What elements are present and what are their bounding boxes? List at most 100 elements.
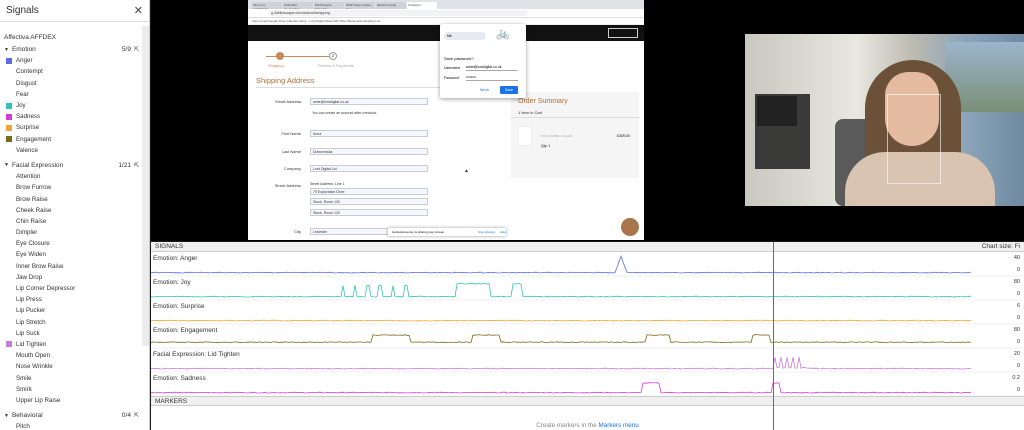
signal-label: Lid Tighten (16, 340, 47, 348)
signal-label: Smirk (16, 385, 32, 393)
track-max-label: 40 (1013, 255, 1020, 261)
signal-item[interactable]: Brow Raise (0, 193, 149, 204)
signal-item[interactable]: Eye Widen (0, 249, 149, 260)
group-name: Facial Expression (11, 161, 64, 169)
signal-item[interactable]: Lip Pucker (0, 305, 149, 316)
signal-item[interactable]: Anger (0, 55, 149, 66)
signal-label: Lip Press (16, 296, 42, 304)
signal-label: Joy (16, 102, 26, 110)
playhead-line[interactable] (773, 242, 774, 430)
screen-recording: Inbox (1) - amirablack... Pofile Bot pp_… (248, 0, 644, 240)
signal-item[interactable]: Fear (0, 89, 149, 100)
signal-item[interactable]: Upper Lip Raise (0, 395, 149, 406)
close-icon[interactable]: ✕ (134, 4, 143, 17)
track-min-label: 0 (1016, 339, 1020, 345)
signal-item[interactable]: Cheek Raise (0, 205, 149, 216)
collapse-icon[interactable]: ▼ (4, 162, 9, 168)
signal-group-behavioral[interactable]: ▼ Behavioral 0/4 ⇱ (0, 410, 149, 421)
signal-item[interactable]: Jaw Drop (0, 272, 149, 283)
popup-title: Save password? (444, 56, 474, 61)
step-1-label: Shipping (268, 63, 284, 68)
signal-item[interactable]: Pitch (0, 421, 149, 430)
track-min-label: 0 (1016, 315, 1020, 321)
signal-item[interactable]: Smirk (0, 384, 149, 395)
signal-series-line (151, 319, 972, 322)
track-label: Emotion: Engagement (153, 327, 218, 334)
signal-item[interactable]: Smile (0, 372, 149, 383)
mouse-cursor-icon: ▲ (464, 168, 469, 174)
signal-item[interactable]: Lip Press (0, 294, 149, 305)
product-qty: Qty: 1 (541, 144, 551, 148)
step-1-dot (276, 52, 284, 60)
color-swatch (6, 136, 12, 143)
username-value: amie@lorddigital.co.uk (466, 65, 518, 71)
export-icon[interactable]: ⇱ (134, 162, 139, 169)
collapse-icon[interactable]: ▼ (4, 47, 9, 53)
sidebar-title: Signals (6, 5, 39, 16)
collapse-icon[interactable]: ▼ (4, 413, 9, 419)
browser-tab: Pofile Bot pp_Genting... (283, 2, 313, 9)
signal-label: Engagement (16, 135, 52, 143)
form-row: Email Address amie@lorddigital.co.uk (256, 98, 516, 106)
save-password-popup: Me 🚲 Save password? Username amie@lorddi… (440, 24, 526, 98)
password-value: •••••••• (466, 75, 518, 81)
signal-item[interactable]: Valence (0, 145, 149, 156)
signal-item[interactable]: Lip Stretch (0, 317, 149, 328)
screen-share-bar: iw.idestiona.com is sharing your screen.… (388, 228, 506, 236)
signal-item[interactable]: Brow Furrow (0, 182, 149, 193)
browser-tab: WAP Video Invites - Goo... (345, 2, 375, 9)
signal-item[interactable]: Attention (0, 171, 149, 182)
signals-sidebar: Signals ✕ Affectiva AFFDEX ▼ Emotion 5/9 ⇱ A… (0, 0, 150, 430)
form-row: Company Lord Digital Ltd (256, 165, 516, 173)
share-message: iw.idestiona.com is sharing your screen. (392, 230, 446, 234)
signal-group-facial-expression[interactable]: ▼ Facial Expression 1/21 ⇱ (0, 160, 149, 171)
shipping-title: Shipping Address (256, 76, 315, 85)
track-label: Emotion: Joy (153, 279, 191, 286)
never-button: Never (480, 88, 490, 92)
signal-label: Cheek Raise (16, 206, 52, 214)
street-field-2: Stock, Room 120 (310, 198, 428, 205)
signal-item[interactable]: Lid Tighten (0, 339, 149, 350)
signal-group-emotion[interactable]: ▼ Emotion 5/9 ⇱ (0, 44, 149, 55)
signal-item[interactable]: Nose Wrinkle (0, 361, 149, 372)
signal-item[interactable]: Contempt (0, 66, 149, 77)
product-price: £339.00 (617, 134, 630, 138)
signal-item[interactable]: Disgust (0, 78, 149, 89)
sidebar-scrollbar[interactable] (142, 26, 149, 346)
browser-tab: iMotions study (376, 2, 406, 9)
signal-item[interactable]: Chin Raise (0, 216, 149, 227)
profile-toggle: Me (444, 32, 486, 40)
signal-label: Disgust (16, 79, 37, 87)
export-icon[interactable]: ⇱ (134, 46, 139, 53)
app-root: Signals ✕ Affectiva AFFDEX ▼ Emotion 5/9 ⇱ A… (0, 0, 1024, 430)
signal-item[interactable]: Joy (0, 100, 149, 111)
signal-label: Eye Widen (16, 251, 46, 259)
signal-item[interactable]: Lip Suck (0, 328, 149, 339)
signal-label: Eye Closure (16, 240, 50, 248)
track-label: Emotion: Sadness (153, 375, 206, 382)
signal-item[interactable]: Lip Corner Depressor (0, 283, 149, 294)
signal-item[interactable]: Mouth Open (0, 350, 149, 361)
signal-label: Chin Raise (16, 217, 47, 225)
markers-msg-text: Create markers in the (536, 422, 599, 429)
export-icon[interactable]: ⇱ (134, 412, 139, 419)
stimulus-area: Inbox (1) - amirablack... Pofile Bot pp_… (151, 0, 1024, 241)
signal-series-line (151, 334, 972, 344)
signal-item[interactable]: Eye Closure (0, 238, 149, 249)
chart-size-control[interactable]: Chart size: Fi (982, 243, 1020, 250)
markers-menu-link[interactable]: Markers menu (599, 422, 639, 429)
signal-item[interactable]: Inner Brow Raise (0, 261, 149, 272)
track-max-label: 20 (1013, 351, 1020, 357)
signal-label: Inner Brow Raise (16, 262, 64, 270)
signal-item[interactable]: Dimpler (0, 227, 149, 238)
signal-label: Sadness (16, 113, 41, 121)
signal-label: Dimpler (16, 229, 38, 237)
track-min-label: 0 (1016, 363, 1020, 369)
signal-item[interactable]: Sadness (0, 111, 149, 122)
browser-tab: Checkout (407, 2, 437, 9)
form-row: Last Name Doborowska (256, 148, 516, 156)
signal-item[interactable]: Engagement (0, 134, 149, 145)
sidebar-header: Signals ✕ (0, 0, 149, 22)
face-tracking-box (887, 94, 941, 184)
signal-item[interactable]: Surprise (0, 122, 149, 133)
